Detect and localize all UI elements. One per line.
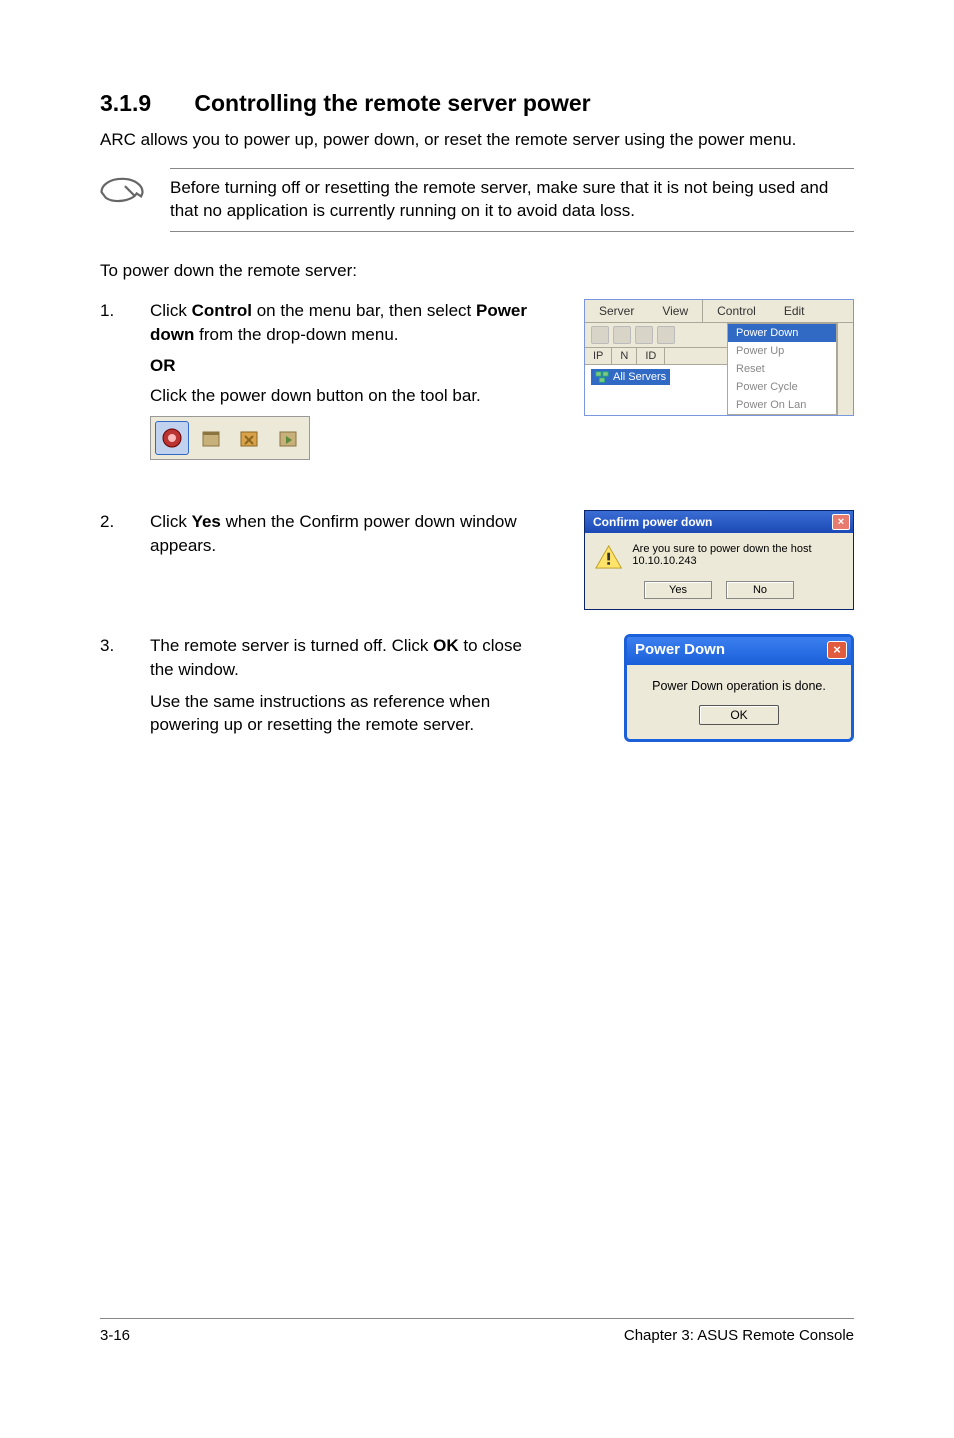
section-number: 3.1.9 <box>100 90 188 117</box>
close-icon[interactable]: × <box>832 514 850 530</box>
confirm-yes-button[interactable]: Yes <box>644 581 712 599</box>
close-icon[interactable]: × <box>827 641 847 659</box>
step3-text-a: The remote server is turned off. Click <box>150 636 433 655</box>
toolbar-screenshot <box>150 416 310 460</box>
toolbar-icon-2[interactable] <box>194 421 228 455</box>
step1-text-c: on the menu bar, then select <box>252 301 476 320</box>
page-footer: 3-16 Chapter 3: ASUS Remote Console <box>100 1318 854 1344</box>
footer-chapter: Chapter 3: ASUS Remote Console <box>624 1327 854 1344</box>
footer-page-number: 3-16 <box>100 1327 130 1344</box>
step-3-number: 3. <box>100 634 150 737</box>
step2-text-a: Click <box>150 512 192 531</box>
lead-line: To power down the remote server: <box>100 260 854 283</box>
done-ok-button[interactable]: OK <box>699 705 779 725</box>
menu-mini-icon <box>657 326 675 344</box>
step2-yes-bold: Yes <box>192 512 221 531</box>
toolbar-icon-4[interactable] <box>271 421 305 455</box>
control-dropdown: Power Down Power Up Reset Power Cycle Po… <box>727 323 837 415</box>
menubar-view[interactable]: View <box>648 300 702 322</box>
note-hand-icon <box>100 168 170 215</box>
menu-mini-icon <box>591 326 609 344</box>
confirm-power-down-dialog: Confirm power down × Are you sure to pow… <box>584 510 854 610</box>
section-title-text: Controlling the remote server power <box>194 90 590 116</box>
toolbar-icon-3[interactable] <box>232 421 266 455</box>
section-heading: 3.1.9 Controlling the remote server powe… <box>100 90 854 117</box>
done-dialog-title: Power Down <box>635 641 725 658</box>
note-text: Before turning off or resetting the remo… <box>170 168 854 232</box>
scrollbar[interactable] <box>837 323 853 415</box>
dropdown-power-down[interactable]: Power Down <box>728 324 836 342</box>
dropdown-power-up[interactable]: Power Up <box>728 342 836 360</box>
menu-mini-icon <box>613 326 631 344</box>
confirm-dialog-title: Confirm power down <box>593 515 712 529</box>
step-1-number: 1. <box>100 299 150 460</box>
step1-control-bold: Control <box>192 301 252 320</box>
tree-all-servers-label: All Servers <box>613 371 666 383</box>
colhead-n[interactable]: N <box>612 348 637 364</box>
step1-line2: Click the power down button on the tool … <box>150 384 530 408</box>
dropdown-reset[interactable]: Reset <box>728 360 836 378</box>
step-2: 2. Click Yes when the Confirm power down… <box>100 510 530 558</box>
menu-mini-icon <box>635 326 653 344</box>
note-block: Before turning off or resetting the remo… <box>100 168 854 232</box>
step3-line2: Use the same instructions as reference w… <box>150 690 530 738</box>
warning-icon <box>595 543 622 571</box>
dropdown-power-on-lan[interactable]: Power On Lan <box>728 396 836 414</box>
done-dialog-message: Power Down operation is done. <box>637 679 841 693</box>
power-down-done-dialog: Power Down × Power Down operation is don… <box>624 634 854 742</box>
menubar-server[interactable]: Server <box>585 300 648 322</box>
step3-ok-bold: OK <box>433 636 459 655</box>
tree-all-servers[interactable]: All Servers <box>591 369 670 385</box>
dropdown-power-cycle[interactable]: Power Cycle <box>728 378 836 396</box>
power-down-toolbar-icon[interactable] <box>155 421 189 455</box>
confirm-dialog-message: Are you sure to power down the host 10.1… <box>632 543 843 567</box>
menubar-control[interactable]: Control <box>702 300 770 322</box>
step-1: 1. Click Control on the menu bar, then s… <box>100 299 530 460</box>
step1-or: OR <box>150 354 530 378</box>
step1-text-a: Click <box>150 301 192 320</box>
step-3: 3. The remote server is turned off. Clic… <box>100 634 530 737</box>
intro-paragraph: ARC allows you to power up, power down, … <box>100 129 854 152</box>
step1-text-e: from the drop-down menu. <box>194 325 398 344</box>
control-menu-screenshot: Server View Control Edit IP <box>584 299 854 416</box>
menubar-edit[interactable]: Edit <box>770 300 819 322</box>
confirm-no-button[interactable]: No <box>726 581 794 599</box>
colhead-id[interactable]: ID <box>637 348 665 364</box>
colhead-ip[interactable]: IP <box>585 348 612 364</box>
step-2-number: 2. <box>100 510 150 558</box>
